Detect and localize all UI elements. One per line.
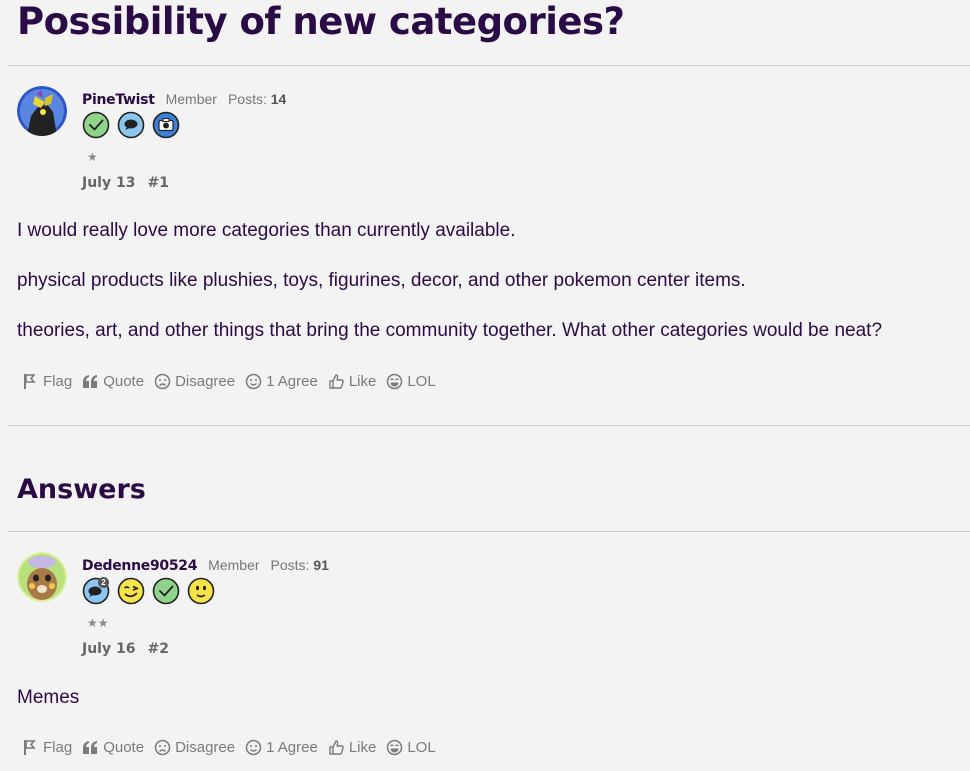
post-number[interactable]: #2 <box>147 641 168 657</box>
divider <box>8 425 970 426</box>
flag-icon <box>24 740 36 755</box>
like-button[interactable]: Like <box>328 739 377 756</box>
post-count: Posts: 91 <box>271 557 329 573</box>
disagree-button[interactable]: Disagree <box>154 373 235 390</box>
lol-button[interactable]: LOL <box>386 373 436 390</box>
agree-button[interactable]: 1 Agree <box>245 373 318 390</box>
disagree-button[interactable]: Disagree <box>154 739 235 756</box>
like-label: Like <box>348 373 377 390</box>
smile-badge-icon[interactable] <box>187 577 215 605</box>
disagree-label: Disagree <box>175 739 236 756</box>
post-body-line: theories, art, and other things that bri… <box>17 320 883 341</box>
quote-label: Quote <box>103 739 145 756</box>
posts-label: Posts: <box>227 91 267 107</box>
posts-number: 14 <box>270 91 287 107</box>
like-label: Like <box>348 739 377 756</box>
like-button[interactable]: Like <box>328 373 377 390</box>
smile-icon <box>245 739 262 756</box>
posts-number: 91 <box>313 557 329 573</box>
user-role: Member <box>208 557 260 573</box>
badge-count: 2 <box>98 577 109 588</box>
agree-label: 1 Agree <box>266 739 318 756</box>
quote-button[interactable]: Quote <box>82 739 144 756</box>
post-body-line: I would really love more categories than… <box>17 220 516 241</box>
agree-button[interactable]: 1 Agree <box>245 739 318 756</box>
flag-button[interactable]: Flag <box>22 373 72 390</box>
quote-label: Quote <box>103 373 145 390</box>
comment-badge-icon[interactable] <box>117 111 145 139</box>
post-dateline: July 13 #1 <box>82 175 169 191</box>
camera-badge-icon[interactable] <box>152 111 180 139</box>
post-dateline: July 16 #2 <box>82 641 169 657</box>
post-meta: PineTwist Member Posts: 14 <box>82 91 286 108</box>
flag-icon <box>24 374 36 389</box>
frown-icon <box>154 373 171 390</box>
check-badge-icon[interactable] <box>82 111 110 139</box>
post-actions: Flag Quote Disagree 1 Agree Like LOL <box>22 739 446 756</box>
thumbs-up-icon <box>329 374 344 389</box>
agree-label: 1 Agree <box>266 373 318 390</box>
badge-list <box>82 111 180 139</box>
thumbs-up-icon <box>329 740 344 755</box>
frown-icon <box>154 739 171 756</box>
page-title: Possibility of new categories? <box>17 0 625 43</box>
flag-label: Flag <box>43 739 73 756</box>
wink-badge-icon[interactable] <box>117 577 145 605</box>
quote-icon <box>83 741 98 754</box>
laugh-icon <box>387 739 403 756</box>
post-date[interactable]: July 13 <box>82 175 135 191</box>
username[interactable]: PineTwist <box>82 92 155 108</box>
laugh-icon <box>387 373 403 390</box>
check-badge-icon[interactable] <box>152 577 180 605</box>
post-actions: Flag Quote Disagree 1 Agree Like LOL <box>22 373 446 390</box>
lol-button[interactable]: LOL <box>386 739 436 756</box>
flag-button[interactable]: Flag <box>22 739 72 756</box>
post-body-line: Memes <box>17 687 80 708</box>
user-role: Member <box>165 91 217 107</box>
post-count: Posts: 14 <box>228 91 286 107</box>
comment-count-badge[interactable]: 2 <box>82 577 110 605</box>
avatar[interactable] <box>17 86 67 136</box>
post-number[interactable]: #1 <box>147 175 168 191</box>
answers-heading: Answers <box>17 474 146 505</box>
posts-label: Posts: <box>270 557 310 573</box>
quote-button[interactable]: Quote <box>82 373 144 390</box>
post-date[interactable]: July 16 <box>82 641 135 657</box>
quote-icon <box>83 375 98 388</box>
avatar[interactable] <box>17 552 67 602</box>
rank-stars: ★ <box>87 150 98 164</box>
badge-list: 2 <box>82 577 215 605</box>
flag-label: Flag <box>43 373 73 390</box>
lol-label: LOL <box>407 739 436 756</box>
smile-icon <box>245 373 262 390</box>
divider <box>8 65 970 66</box>
post-meta: Dedenne90524 Member Posts: 91 <box>82 557 329 574</box>
post-body-line: physical products like plushies, toys, f… <box>17 270 746 291</box>
rank-stars: ★★ <box>87 616 109 630</box>
disagree-label: Disagree <box>175 373 236 390</box>
lol-label: LOL <box>407 373 436 390</box>
divider <box>8 531 970 532</box>
username[interactable]: Dedenne90524 <box>82 558 197 574</box>
